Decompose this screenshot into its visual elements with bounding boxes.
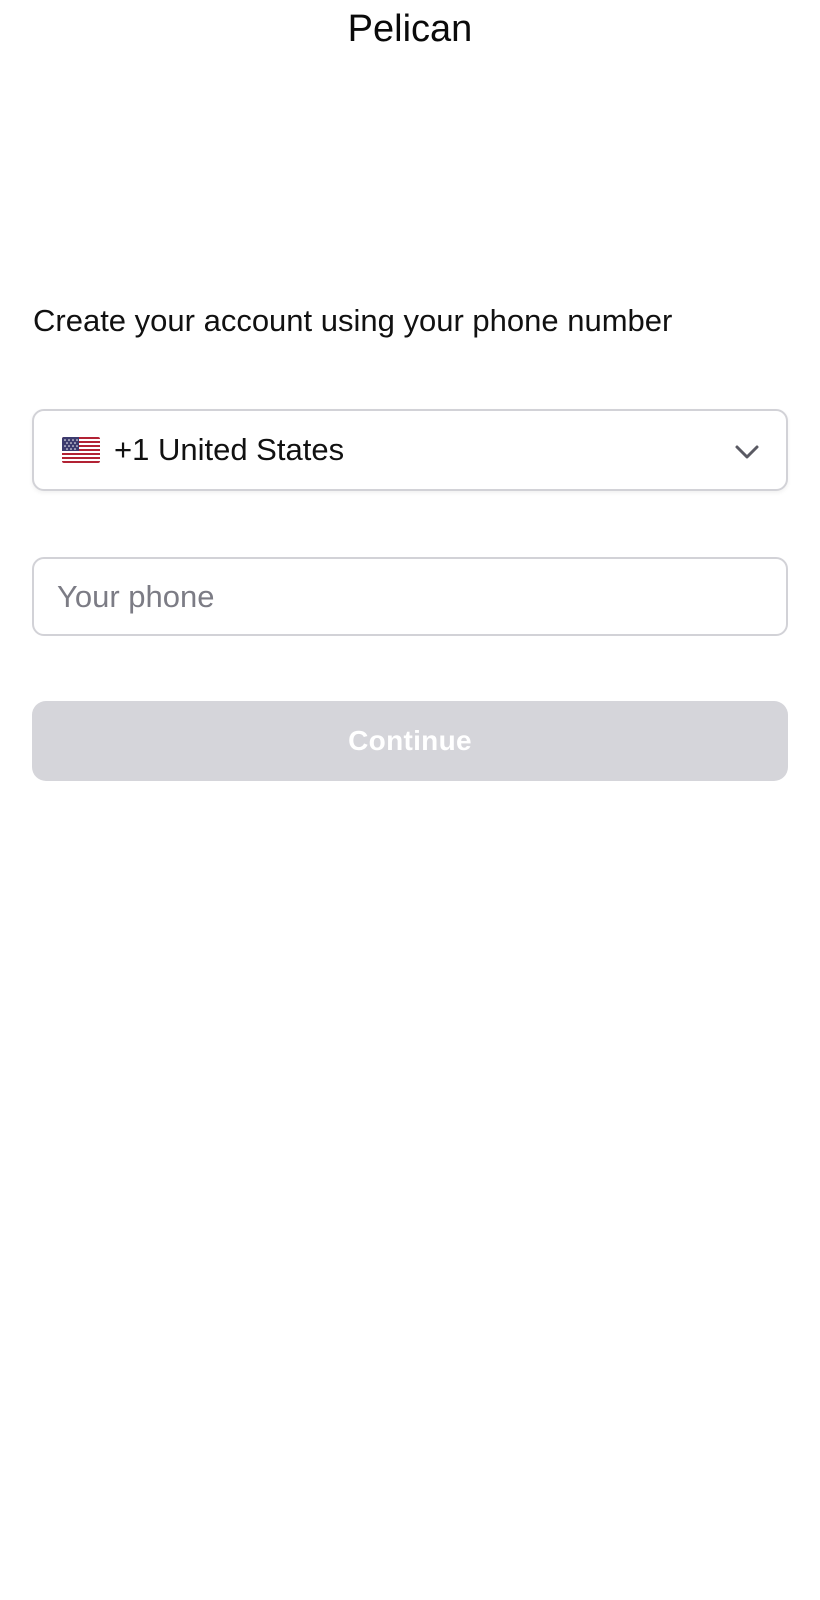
country-code-select[interactable]: +1 United States	[32, 409, 788, 491]
phone-input[interactable]	[34, 559, 786, 634]
phone-field-container	[32, 557, 788, 636]
chevron-down-icon	[734, 439, 760, 465]
us-flag-icon	[62, 437, 100, 463]
app-title: Pelican	[347, 8, 473, 50]
signup-instruction: Create your account using your phone num…	[33, 303, 673, 338]
country-code-label: +1 United States	[114, 432, 345, 467]
continue-button[interactable]: Continue	[32, 701, 788, 781]
